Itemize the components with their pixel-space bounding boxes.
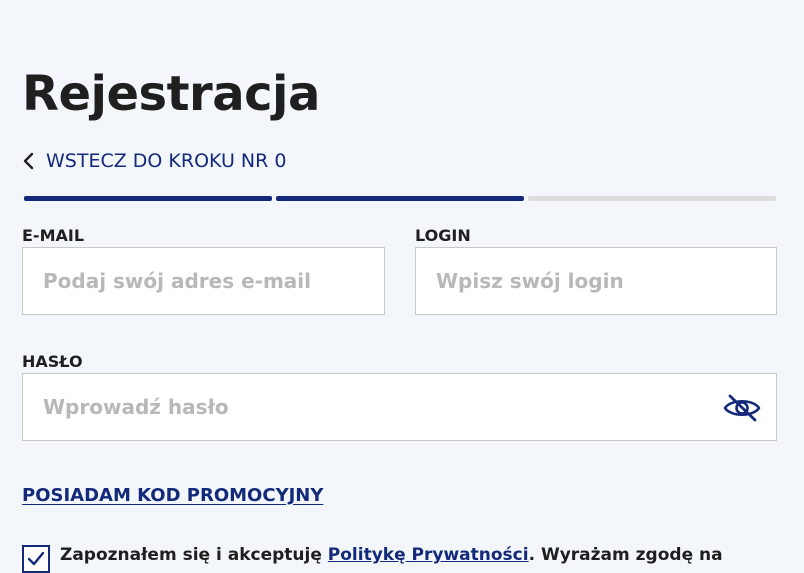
progress-step-3 [528, 196, 776, 201]
password-field[interactable] [23, 374, 776, 440]
progress-step-1 [24, 196, 272, 201]
consent-checkbox[interactable] [22, 545, 50, 573]
email-label: E-MAIL [22, 226, 85, 245]
step-progress [24, 196, 776, 202]
consent-text: Zapoznałem się i akceptuję Politykę Pryw… [60, 545, 723, 565]
back-link-label: WSTECZ DO KROKU NR 0 [46, 150, 287, 172]
email-field-box [22, 247, 385, 315]
password-field-box [22, 373, 777, 441]
checkmark-icon [27, 551, 45, 566]
eye-slash-icon[interactable] [722, 392, 762, 424]
privacy-policy-link[interactable]: Politykę Prywatności [328, 545, 529, 565]
page-title: Rejestracja [22, 66, 320, 122]
chevron-left-icon [23, 152, 34, 170]
back-link[interactable]: WSTECZ DO KROKU NR 0 [22, 150, 286, 172]
login-field-box [415, 247, 777, 315]
login-field[interactable] [416, 248, 776, 314]
consent-row: Zapoznałem się i akceptuję Politykę Pryw… [22, 545, 723, 573]
progress-step-2 [276, 196, 524, 201]
password-label: HASŁO [22, 352, 83, 371]
email-field[interactable] [23, 248, 384, 314]
login-label: LOGIN [415, 226, 471, 245]
consent-text-before: Zapoznałem się i akceptuję [60, 545, 328, 565]
promo-code-link[interactable]: POSIADAM KOD PROMOCYJNY [22, 485, 323, 506]
consent-text-after: . Wyrażam zgodę na [528, 545, 723, 565]
